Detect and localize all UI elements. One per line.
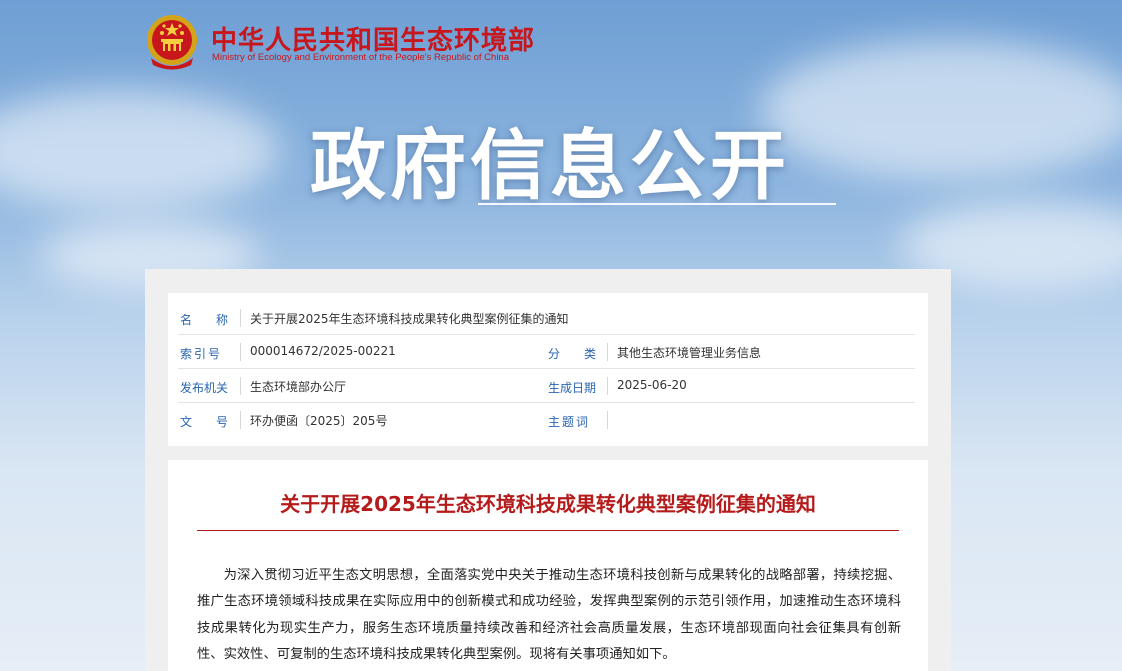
site-name-en: Ministry of Ecology and Environment of t… — [212, 52, 510, 63]
article-title-rule — [197, 530, 899, 531]
meta-row-name: 名 称 关于开展2025年生态环境科技成果转化典型案例征集的通知 — [178, 301, 915, 335]
meta-value-category: 其他生态环境管理业务信息 — [617, 346, 762, 360]
meta-row-index: 索引号 000014672/2025-00221 分 类 其他生态环境管理业务信… — [178, 335, 915, 369]
meta-label-subject: 主题词 — [548, 415, 591, 429]
meta-separator — [240, 377, 241, 395]
meta-label-doc-no: 文 号 — [180, 415, 229, 429]
meta-label-publisher: 发布机关 — [180, 381, 229, 395]
meta-value-name: 关于开展2025年生态环境科技成果转化典型案例征集的通知 — [250, 312, 569, 326]
meta-separator — [240, 343, 241, 361]
meta-separator — [240, 411, 241, 429]
article-paragraph: 为深入贯彻习近平生态文明思想，全面落实党中央关于推动生态环境科技创新与成果转化的… — [197, 568, 901, 663]
meta-value-index: 000014672/2025-00221 — [250, 344, 396, 358]
meta-label-date: 生成日期 — [548, 381, 597, 395]
meta-separator — [240, 309, 241, 327]
meta-label-name: 名 称 — [180, 313, 229, 327]
national-emblem-icon[interactable] — [145, 14, 199, 70]
document-metadata-table: 名 称 关于开展2025年生态环境科技成果转化典型案例征集的通知 索引号 000… — [168, 293, 928, 446]
meta-value-publisher: 生态环境部办公厅 — [250, 380, 347, 394]
article-title: 关于开展2025年生态环境科技成果转化典型案例征集的通知 — [280, 492, 816, 516]
meta-separator — [607, 411, 608, 429]
article-body: 关于开展2025年生态环境科技成果转化典型案例征集的通知 为深入贯彻习近平生态文… — [168, 460, 928, 671]
meta-separator — [607, 343, 608, 361]
meta-label-index: 索引号 — [180, 347, 223, 361]
hero-divider — [478, 203, 836, 205]
hero-title: 政府信息公开 — [310, 121, 790, 210]
meta-value-doc-no: 环办便函〔2025〕205号 — [250, 414, 388, 428]
meta-row-publisher: 发布机关 生态环境部办公厅 生成日期 2025-06-20 — [178, 369, 915, 403]
meta-row-doc-no: 文 号 环办便函〔2025〕205号 主题词 — [178, 403, 915, 437]
meta-label-category: 分 类 — [548, 347, 597, 361]
meta-separator — [607, 377, 608, 395]
meta-value-date: 2025-06-20 — [617, 378, 687, 392]
